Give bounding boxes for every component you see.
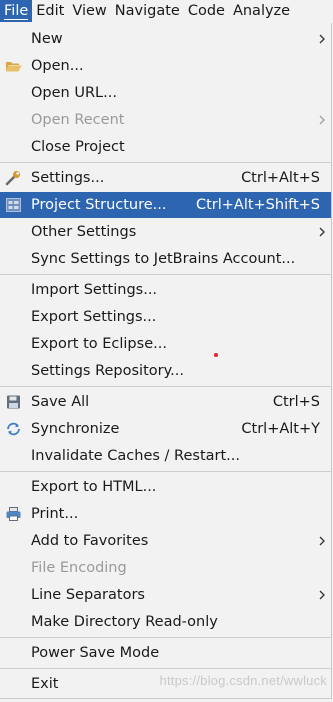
menu-item-power-save[interactable]: Power Save Mode	[0, 640, 331, 666]
menu-item-export-settings[interactable]: Export Settings...	[0, 304, 331, 330]
menu-item-make-readonly-label: Make Directory Read-only	[31, 614, 218, 630]
menu-item-settings[interactable]: Settings... Ctrl+Alt+S	[0, 165, 331, 191]
menu-item-open[interactable]: Open...	[0, 53, 331, 79]
menu-item-new[interactable]: New	[0, 26, 331, 52]
menu-item-new-label: New	[31, 31, 63, 47]
menu-item-other-settings[interactable]: Other Settings	[0, 219, 331, 245]
synchronize-icon	[7, 422, 20, 436]
menu-item-project-structure-shortcut: Ctrl+Alt+Shift+S	[195, 197, 320, 213]
menu-analyze[interactable]: Analyze	[229, 0, 294, 22]
menu-item-export-eclipse-label: Export to Eclipse...	[31, 336, 167, 352]
folder-open-icon	[6, 62, 22, 72]
menu-item-project-structure-label: Project Structure...	[31, 197, 167, 213]
menu-separator	[0, 274, 331, 275]
project-structure-icon	[6, 198, 21, 212]
menu-code[interactable]: Code	[184, 0, 229, 22]
menu-item-make-readonly[interactable]: Make Directory Read-only	[0, 609, 331, 635]
save-icon	[7, 395, 20, 409]
menu-item-line-separators[interactable]: Line Separators	[0, 582, 331, 608]
menu-item-export-html[interactable]: Export to HTML...	[0, 474, 331, 500]
menu-item-file-encoding[interactable]: File Encoding	[0, 555, 331, 581]
menu-edit[interactable]: Edit	[32, 0, 68, 22]
menu-item-import-settings[interactable]: Import Settings...	[0, 277, 331, 303]
menu-item-open-recent-label: Open Recent	[31, 112, 125, 128]
menu-item-project-structure[interactable]: Project Structure... Ctrl+Alt+Shift+S	[0, 192, 331, 218]
menu-bar: File Edit View Navigate Code Analyze	[0, 0, 333, 22]
menu-item-add-favorites-label: Add to Favorites	[31, 533, 149, 549]
menu-item-add-favorites[interactable]: Add to Favorites	[0, 528, 331, 554]
cursor-dot	[214, 353, 218, 357]
menu-item-line-separators-label: Line Separators	[31, 587, 145, 603]
menu-view-label: View	[72, 3, 107, 19]
menu-separator	[0, 637, 331, 638]
menu-separator	[0, 471, 331, 472]
chevron-right-icon	[319, 536, 325, 546]
menu-item-open-recent[interactable]: Open Recent	[0, 107, 331, 133]
menu-item-import-settings-label: Import Settings...	[31, 282, 158, 298]
menu-item-settings-shortcut: Ctrl+Alt+S	[241, 170, 320, 186]
menu-item-other-settings-label: Other Settings	[31, 224, 137, 240]
menu-file[interactable]: File	[0, 0, 33, 22]
menu-item-export-settings-label: Export Settings...	[31, 309, 157, 325]
chevron-right-icon	[319, 34, 325, 44]
menu-item-save-all-label: Save All	[31, 394, 90, 410]
menu-item-print-label: Print...	[31, 506, 79, 522]
menu-item-open-url[interactable]: Open URL...	[0, 80, 331, 106]
menu-item-exit-label: Exit	[31, 676, 59, 692]
menu-edit-label: Edit	[36, 3, 65, 19]
menu-item-synchronize[interactable]: Synchronize Ctrl+Alt+Y	[0, 416, 331, 442]
chevron-right-icon	[319, 590, 325, 600]
wrench-icon	[5, 170, 21, 186]
menu-item-sync-settings-label: Sync Settings to JetBrains Account...	[31, 251, 296, 267]
chevron-right-icon	[319, 227, 325, 237]
menu-item-print[interactable]: Print...	[0, 501, 331, 527]
menu-file-label: File	[4, 3, 29, 20]
chevron-right-icon	[319, 115, 325, 125]
menu-navigate-label: Navigate	[114, 3, 180, 19]
menu-item-invalidate-caches-label: Invalidate Caches / Restart...	[31, 448, 240, 464]
menu-item-export-eclipse[interactable]: Export to Eclipse...	[0, 331, 331, 357]
menu-item-synchronize-shortcut: Ctrl+Alt+Y	[241, 421, 320, 437]
menu-separator	[0, 162, 331, 163]
menu-item-synchronize-label: Synchronize	[31, 421, 120, 437]
menu-item-save-all-shortcut: Ctrl+S	[272, 394, 320, 410]
menu-code-label: Code	[187, 3, 225, 19]
menu-separator	[0, 668, 331, 669]
menu-navigate[interactable]: Navigate	[111, 0, 184, 22]
menu-item-export-html-label: Export to HTML...	[31, 479, 157, 495]
menu-item-open-label: Open...	[31, 58, 84, 74]
menu-item-open-url-label: Open URL...	[31, 85, 117, 101]
menu-item-close-project[interactable]: Close Project	[0, 134, 331, 160]
menu-analyze-label: Analyze	[232, 3, 291, 19]
menu-item-file-encoding-label: File Encoding	[31, 560, 127, 576]
menu-item-settings-repository-label: Settings Repository...	[31, 363, 184, 379]
menu-item-close-project-label: Close Project	[31, 139, 125, 155]
menu-item-sync-settings[interactable]: Sync Settings to JetBrains Account...	[0, 246, 331, 272]
menu-separator	[0, 386, 331, 387]
menu-item-save-all[interactable]: Save All Ctrl+S	[0, 389, 331, 415]
menu-view[interactable]: View	[68, 0, 110, 22]
file-menu-dropdown: New Open... Open URL... Open Recent Clos…	[0, 23, 332, 699]
watermark: https://blog.csdn.net/wwluck	[159, 673, 327, 688]
menu-item-settings-repository[interactable]: Settings Repository...	[0, 358, 331, 384]
menu-item-power-save-label: Power Save Mode	[31, 645, 160, 661]
menu-item-invalidate-caches[interactable]: Invalidate Caches / Restart...	[0, 443, 331, 469]
menu-item-settings-label: Settings...	[31, 170, 105, 186]
printer-icon	[6, 507, 21, 521]
